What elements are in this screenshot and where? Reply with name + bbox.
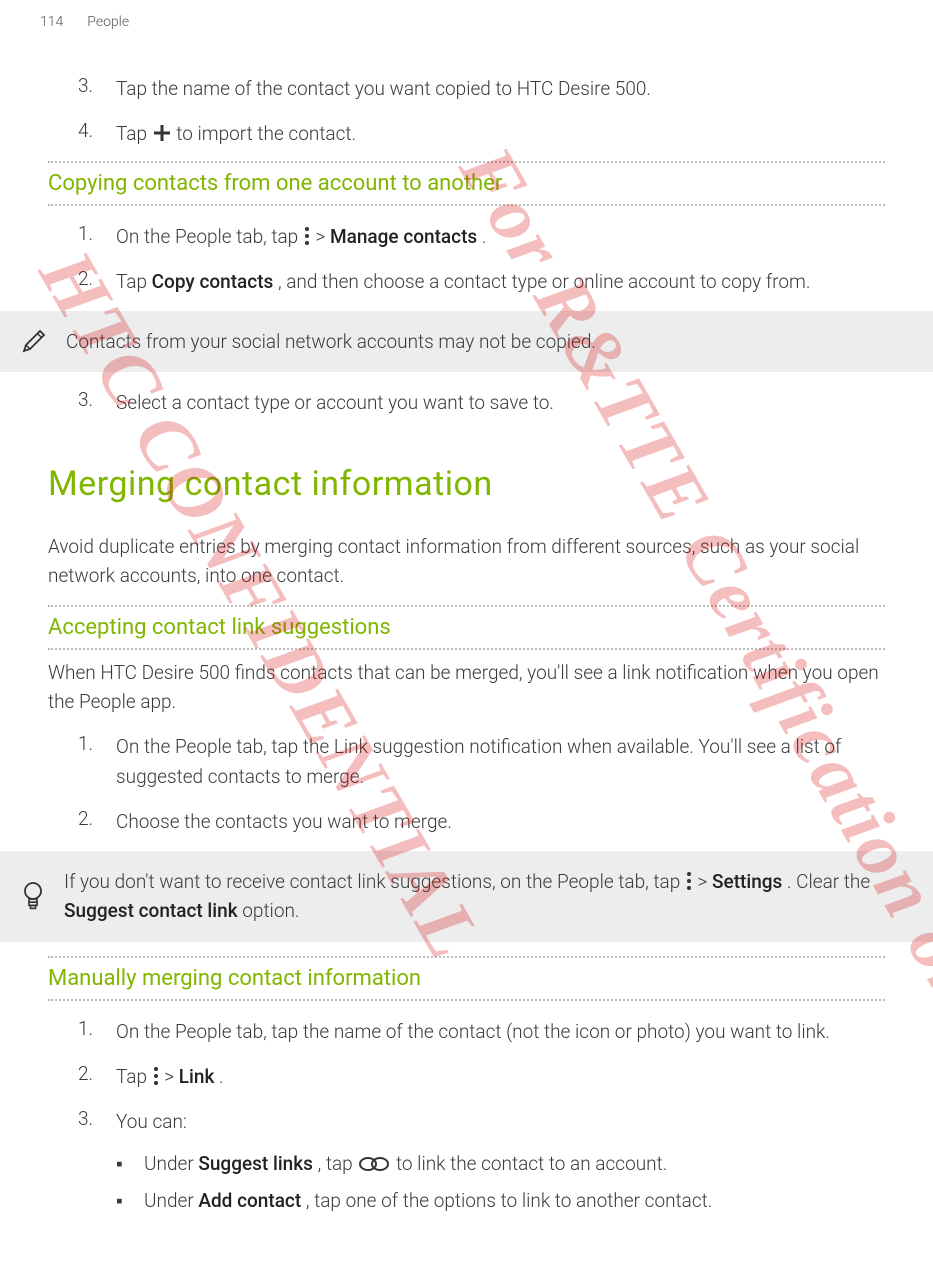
text-fragment: On the People tab, tap [116, 225, 303, 248]
step-text: Tap > Link . [116, 1062, 885, 1091]
step-text: Tap the name of the contact you want cop… [116, 74, 885, 103]
step-number: 2. [78, 807, 116, 836]
step-text: You can: [116, 1107, 885, 1136]
more-options-icon [685, 871, 693, 891]
text-fragment: , and then choose a contact type or onli… [278, 270, 810, 293]
step-text: Choose the contacts you want to merge. [116, 807, 885, 836]
step-text: Select a contact type or account you wan… [116, 388, 885, 417]
sub-bullet-1: ▪ Under Suggest links , tap to link the … [116, 1149, 885, 1178]
accept-step-2: 2. Choose the contacts you want to merge… [78, 807, 885, 836]
more-options-icon [152, 1066, 160, 1086]
text-fragment: , tap one of the options to link to anot… [306, 1189, 713, 1212]
step-4-top: 4. Tap to import the contact. [78, 119, 885, 148]
text-fragment: , tap [318, 1152, 358, 1175]
bullet-marker: ▪ [116, 1186, 144, 1215]
copy-step-1: 1. On the People tab, tap > Manage conta… [78, 222, 885, 251]
sub-bullet-2: ▪ Under Add contact , tap one of the opt… [116, 1186, 885, 1215]
manual-step-2: 2. Tap > Link . [78, 1062, 885, 1091]
step-text: Tap to import the contact. [116, 119, 885, 148]
step-number: 2. [78, 267, 116, 296]
manual-step-1: 1. On the People tab, tap the name of th… [78, 1017, 885, 1046]
copy-step-3: 3. Select a contact type or account you … [78, 388, 885, 417]
copy-step-2: 2. Tap Copy contacts , and then choose a… [78, 267, 885, 296]
accept-step-1: 1. On the People tab, tap the Link sugge… [78, 732, 885, 791]
step-text: On the People tab, tap > Manage contacts… [116, 222, 885, 251]
heading-accepting-suggestions: Accepting contact link suggestions [48, 615, 885, 640]
label-suggest-contact-link: Suggest contact link [64, 899, 238, 922]
link-icon [357, 1155, 391, 1173]
step-number: 2. [78, 1062, 116, 1091]
step-3-top: 3. Tap the name of the contact you want … [78, 74, 885, 103]
text-fragment: If you don't want to receive contact lin… [64, 870, 685, 893]
step-text: On the People tab, tap the Link suggesti… [116, 732, 885, 791]
step-number: 3. [78, 388, 116, 417]
lightbulb-icon [20, 881, 46, 911]
text-fragment: > [164, 1065, 178, 1088]
tip-no-suggestions: If you don't want to receive contact lin… [0, 851, 933, 942]
step-number: 4. [78, 119, 116, 148]
text-fragment: Tap [116, 122, 152, 145]
text-fragment: > [316, 225, 330, 248]
text-fragment: Tap [116, 270, 152, 293]
text-fragment: to import the contact. [176, 122, 356, 145]
plus-icon [152, 123, 172, 143]
page-number: 114 [40, 14, 63, 30]
text-fragment: > [698, 870, 712, 893]
separator [48, 204, 885, 206]
separator [48, 648, 885, 650]
text-fragment: . [219, 1065, 224, 1088]
separator [48, 956, 885, 958]
step-number: 3. [78, 1107, 116, 1136]
step-text: On the People tab, tap the name of the c… [116, 1017, 885, 1046]
text-fragment: . Clear the [787, 870, 870, 893]
step-number: 1. [78, 732, 116, 791]
bullet-text: Under Suggest links , tap to link the co… [144, 1149, 667, 1178]
page-section: People [87, 14, 129, 30]
manual-step-3: 3. You can: [78, 1107, 885, 1136]
bullet-text: Under Add contact , tap one of the optio… [144, 1186, 712, 1215]
bullet-marker: ▪ [116, 1149, 144, 1178]
page-header: 114 People [0, 0, 933, 30]
heading-manual-merge: Manually merging contact information [48, 966, 885, 991]
note-social-accounts: Contacts from your social network accoun… [0, 311, 933, 372]
step-number: 1. [78, 1017, 116, 1046]
label-copy-contacts: Copy contacts [152, 270, 274, 293]
separator [48, 605, 885, 607]
heading-copying-contacts: Copying contacts from one account to ano… [48, 171, 885, 196]
text-fragment: option. [242, 899, 299, 922]
tip-text: If you don't want to receive contact lin… [64, 867, 885, 926]
label-settings: Settings [712, 870, 782, 893]
label-manage-contacts: Manage contacts [330, 225, 477, 248]
label-add-contact: Add contact [198, 1189, 301, 1212]
accept-intro: When HTC Desire 500 finds contacts that … [48, 658, 885, 717]
text-fragment: Under [144, 1152, 198, 1175]
text-fragment: to link the contact to an account. [396, 1152, 667, 1175]
step-number: 1. [78, 222, 116, 251]
text-fragment: Tap [116, 1065, 152, 1088]
step-text: Tap Copy contacts , and then choose a co… [116, 267, 885, 296]
label-link: Link [179, 1065, 215, 1088]
text-fragment: Under [144, 1189, 198, 1212]
note-text: Contacts from your social network accoun… [66, 327, 596, 356]
more-options-icon [303, 226, 311, 246]
step-number: 3. [78, 74, 116, 103]
pencil-icon [20, 327, 48, 355]
merge-intro: Avoid duplicate entries by merging conta… [48, 532, 885, 591]
label-suggest-links: Suggest links [198, 1152, 313, 1175]
separator [48, 999, 885, 1001]
text-fragment: . [482, 225, 487, 248]
separator [48, 161, 885, 163]
heading-merging-contact-info: Merging contact information [48, 464, 885, 504]
